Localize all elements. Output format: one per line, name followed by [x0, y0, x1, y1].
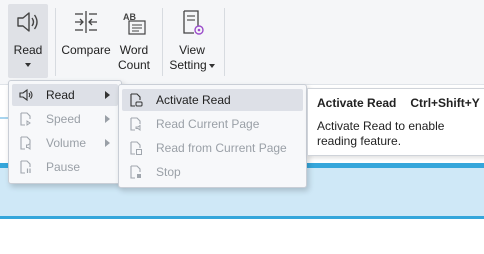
chevron-down-icon	[25, 63, 31, 67]
menu-item-read[interactable]: Read	[12, 84, 118, 106]
read-button-label: Read	[13, 43, 43, 57]
speaker-icon	[16, 87, 36, 103]
submenu-arrow-icon	[105, 91, 110, 99]
view-setting-icon	[178, 4, 206, 40]
read-from-page-icon	[126, 140, 146, 156]
read-button[interactable]: Read	[8, 4, 48, 78]
word-count-icon: AB	[120, 4, 148, 40]
menu-item-label: Volume	[46, 136, 87, 150]
view-setting-button[interactable]: View Setting	[168, 4, 216, 78]
word-count-label-line2: Count	[117, 58, 151, 72]
view-setting-label-line2: Setting	[169, 58, 215, 73]
word-count-button[interactable]: AB Word Count	[114, 4, 154, 78]
chevron-down-icon	[208, 63, 215, 68]
compare-button-label: Compare	[61, 43, 111, 57]
group-separator	[55, 8, 56, 76]
activate-read-icon	[126, 92, 146, 108]
submenu-arrow-icon	[105, 139, 110, 147]
submenu-arrow-icon	[105, 115, 110, 123]
tooltip-title: Activate Read	[317, 96, 397, 110]
view-setting-label-line1: View	[179, 43, 205, 57]
speed-icon	[16, 111, 36, 127]
tooltip-description: Activate Read to enable reading feature.	[317, 119, 445, 148]
word-count-label-line1: Word	[119, 43, 149, 57]
menu-item-stop[interactable]: Stop	[122, 161, 303, 183]
menu-item-pause[interactable]: Pause	[12, 156, 118, 178]
menu-item-activate-read[interactable]: Activate Read	[122, 89, 303, 111]
stop-icon	[126, 164, 146, 180]
ribbon-toolbar: Read Compare AB Word Count View Setting	[0, 0, 484, 85]
menu-item-label: Stop	[156, 165, 181, 179]
menu-item-label: Read from Current Page	[156, 141, 287, 155]
group-separator	[224, 8, 225, 76]
menu-item-read-from-current-page[interactable]: Read from Current Page	[122, 137, 303, 159]
menu-item-volume[interactable]: Volume	[12, 132, 118, 154]
read-menu: Read Speed Volume Pause	[8, 80, 122, 184]
pause-icon	[16, 159, 36, 175]
volume-icon	[16, 135, 36, 151]
menu-item-label: Read Current Page	[156, 117, 260, 131]
speaker-icon	[14, 4, 42, 40]
menu-item-label: Read	[46, 88, 75, 102]
compare-button[interactable]: Compare	[61, 4, 111, 78]
read-page-icon	[126, 116, 146, 132]
compare-icon	[72, 4, 100, 40]
tooltip-shortcut: Ctrl+Shift+Y	[410, 96, 480, 110]
menu-item-label: Activate Read	[156, 93, 231, 107]
menu-item-speed[interactable]: Speed	[12, 108, 118, 130]
menu-item-label: Pause	[46, 160, 81, 174]
read-submenu: Activate Read Read Current Page Read fro…	[118, 84, 307, 188]
tooltip-title-row: Activate Read Ctrl+Shift+Y	[317, 96, 480, 110]
menu-item-read-current-page[interactable]: Read Current Page	[122, 113, 303, 135]
menu-item-label: Speed	[46, 112, 81, 126]
tooltip: Activate Read Ctrl+Shift+Y Activate Read …	[307, 88, 484, 156]
group-separator	[162, 8, 163, 76]
